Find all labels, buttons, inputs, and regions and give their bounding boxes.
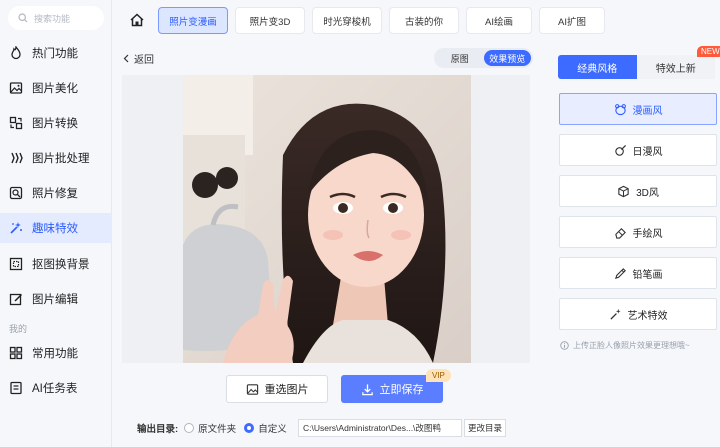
tab-classic-style[interactable]: 经典风格 [558, 55, 637, 79]
back-button[interactable]: 返回 [122, 51, 154, 66]
style-3d[interactable]: 3D风 [559, 175, 717, 207]
sidebar-item-label: 常用功能 [32, 348, 78, 360]
pencil-icon [614, 267, 626, 279]
sidebar-item-hot[interactable]: 热门功能 [0, 38, 112, 68]
style-comic[interactable]: 漫画风 [559, 93, 717, 125]
upload-hint: 上传正脸人像照片效果更理想哦~ [560, 340, 690, 351]
style-label: 日漫风 [632, 146, 663, 158]
output-directory-row: 输出目录: 原文件夹 自定义 [137, 419, 287, 437]
reselect-label: 重选图片 [264, 384, 309, 396]
change-directory-button[interactable]: 更改目录 [464, 419, 506, 437]
batch-icon [8, 150, 24, 166]
sidebar-item-cutout[interactable]: 抠图换背景 [0, 249, 112, 279]
sidebar: 搜索功能 热门功能 图片美化 图片转换 图片批处理 照片修复 趣味特效 抠图换背… [0, 0, 112, 447]
brush-icon [614, 144, 626, 156]
view-toggle: 原图 效果预览 [434, 48, 533, 68]
sidebar-item-label: 抠图换背景 [32, 259, 90, 271]
tab-new-effects[interactable]: 特效上新 [636, 55, 715, 79]
home-button[interactable] [125, 8, 149, 32]
eraser-icon [614, 227, 626, 239]
search-placeholder: 搜索功能 [34, 13, 71, 24]
preview-image [183, 75, 471, 363]
search-input[interactable]: 搜索功能 [8, 6, 104, 30]
sidebar-item-repair[interactable]: 照片修复 [0, 178, 112, 208]
back-label: 返回 [134, 55, 154, 66]
sidebar-item-batch[interactable]: 图片批处理 [0, 143, 112, 173]
output-path-field[interactable]: C:\Users\Administrator\Des...\改图鸭 [298, 419, 462, 437]
sidebar-item-label: 图片批处理 [32, 153, 90, 165]
vip-badge: VIP [426, 369, 451, 382]
magic-wand-icon [609, 308, 621, 320]
output-label: 输出目录: [137, 424, 179, 435]
style-label: 艺术特效 [627, 310, 668, 322]
tab-photo-to-3d[interactable]: 照片变3D [235, 7, 305, 34]
tab-time-machine[interactable]: 时光穿梭机 [312, 7, 382, 34]
magic-icon [8, 220, 24, 236]
toggle-original[interactable]: 原图 [436, 50, 484, 66]
download-icon [361, 383, 373, 395]
sidebar-item-common[interactable]: 常用功能 [0, 338, 112, 368]
flame-icon [8, 45, 24, 61]
grid-icon [8, 345, 24, 361]
sidebar-item-label: 照片修复 [32, 188, 78, 200]
tab-ai-painting[interactable]: AI绘画 [466, 7, 532, 34]
image-icon [246, 383, 258, 395]
cube-icon [618, 185, 629, 197]
sidebar-item-label: 趣味特效 [32, 223, 78, 235]
style-hand-drawn[interactable]: 手绘风 [559, 216, 717, 248]
radio-custom-label: 自定义 [258, 424, 287, 435]
sidebar-item-effects[interactable]: 趣味特效 [0, 213, 112, 243]
style-label: 手绘风 [632, 228, 663, 240]
home-icon [130, 13, 144, 27]
style-pencil[interactable]: 铅笔画 [559, 257, 717, 289]
info-icon [560, 341, 569, 350]
repair-icon [8, 185, 24, 201]
toggle-preview[interactable]: 效果预览 [483, 50, 531, 66]
style-label: 铅笔画 [632, 269, 663, 281]
sidebar-item-beautify[interactable]: 图片美化 [0, 73, 112, 103]
search-icon [18, 13, 28, 23]
sidebar-item-edit[interactable]: 图片编辑 [0, 284, 112, 314]
sidebar-item-label: 图片美化 [32, 83, 78, 95]
radio-custom-folder[interactable] [244, 423, 255, 433]
style-label: 3D风 [636, 187, 659, 199]
sidebar-item-label: 热门功能 [32, 48, 78, 60]
new-badge: NEW [697, 46, 720, 57]
image-beautify-icon [8, 80, 24, 96]
convert-icon [8, 115, 24, 131]
hint-text: 上传正脸人像照片效果更理想哦~ [573, 341, 690, 350]
sidebar-item-convert[interactable]: 图片转换 [0, 108, 112, 138]
bear-face-icon [614, 103, 626, 115]
edit-icon [8, 291, 24, 307]
sidebar-item-label: AI任务表 [32, 383, 78, 395]
sidebar-item-label: 图片转换 [32, 118, 78, 130]
radio-source-label: 原文件夹 [198, 424, 237, 435]
style-tabs: 经典风格 特效上新 [558, 55, 715, 79]
tab-ai-expand[interactable]: AI扩图 [539, 7, 605, 34]
style-art-effect[interactable]: 艺术特效 [559, 298, 717, 330]
sidebar-item-ai-tasks[interactable]: AI任务表 [0, 373, 112, 403]
section-label-mine: 我的 [9, 324, 28, 334]
cutout-icon [8, 256, 24, 272]
task-list-icon [8, 380, 24, 396]
save-label: 立即保存 [379, 384, 424, 396]
tab-ancient-costume[interactable]: 古装的你 [389, 7, 459, 34]
chevron-left-icon [123, 54, 129, 63]
sidebar-item-label: 图片编辑 [32, 294, 78, 306]
radio-source-folder[interactable] [184, 423, 195, 433]
tab-photo-to-comic[interactable]: 照片变漫画 [158, 7, 228, 34]
style-japanese-comic[interactable]: 日漫风 [559, 134, 717, 166]
reselect-image-button[interactable]: 重选图片 [226, 375, 328, 403]
style-label: 漫画风 [632, 105, 663, 117]
